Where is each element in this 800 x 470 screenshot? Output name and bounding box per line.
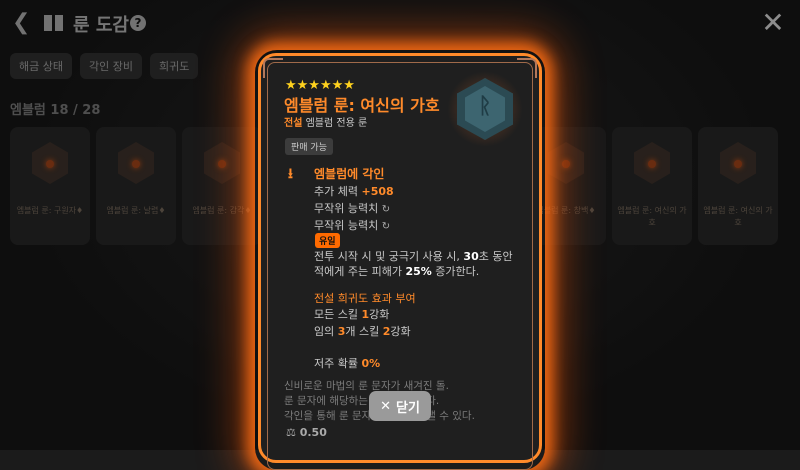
close-icon: ✕ (380, 398, 391, 414)
rune-name: 엠블럼 룬: 여신의 가호 (284, 96, 440, 115)
weight-icon: ⚖ (286, 426, 296, 439)
reroll-icon: ↻ (381, 221, 391, 232)
curse-chance: 저주 확률 0% (314, 357, 381, 370)
close-button[interactable]: ✕ 닫기 (369, 391, 431, 421)
grade-type: 엠블럼 전용 룬 (302, 118, 368, 129)
random-stat-line: 무작위 능력치 ↻ (314, 219, 391, 232)
download-arrow-icon: ⭳ (288, 166, 293, 182)
skill-upgrade-line-1: 모든 스킬 1강화 (314, 308, 390, 321)
weight-value: ⚖ 0.50 (286, 426, 327, 439)
engrave-title: 엠블럼에 각인 (314, 167, 385, 181)
card-corner-ornament (263, 58, 283, 78)
reroll-icon: ↻ (381, 204, 391, 215)
stat-bonus-hp: 추가 체력 +508 (314, 185, 394, 198)
effect-line-1: 전투 시작 시 및 궁극기 사용 시, 30초 동안 (314, 250, 513, 263)
star-rating: ★★★★★★ (285, 78, 355, 93)
random-stat-line: 무작위 능력치 ↻ (314, 202, 391, 215)
sellable-badge: 판매 가능 (285, 138, 333, 155)
card-corner-ornament (517, 58, 537, 78)
skill-upgrade-line-2: 임의 3개 스킬 2강화 (314, 325, 411, 338)
grade-legendary: 전설 (284, 118, 303, 129)
legendary-effect-title: 전설 희귀도 효과 부여 (314, 292, 416, 305)
unique-badge: 유일 (315, 233, 340, 248)
effect-line-2: 적에게 주는 피해가 25% 증가한다. (314, 265, 480, 278)
rune-grade: 전설 엠블럼 전용 룬 (284, 114, 367, 129)
stat-value: +508 (361, 185, 394, 198)
